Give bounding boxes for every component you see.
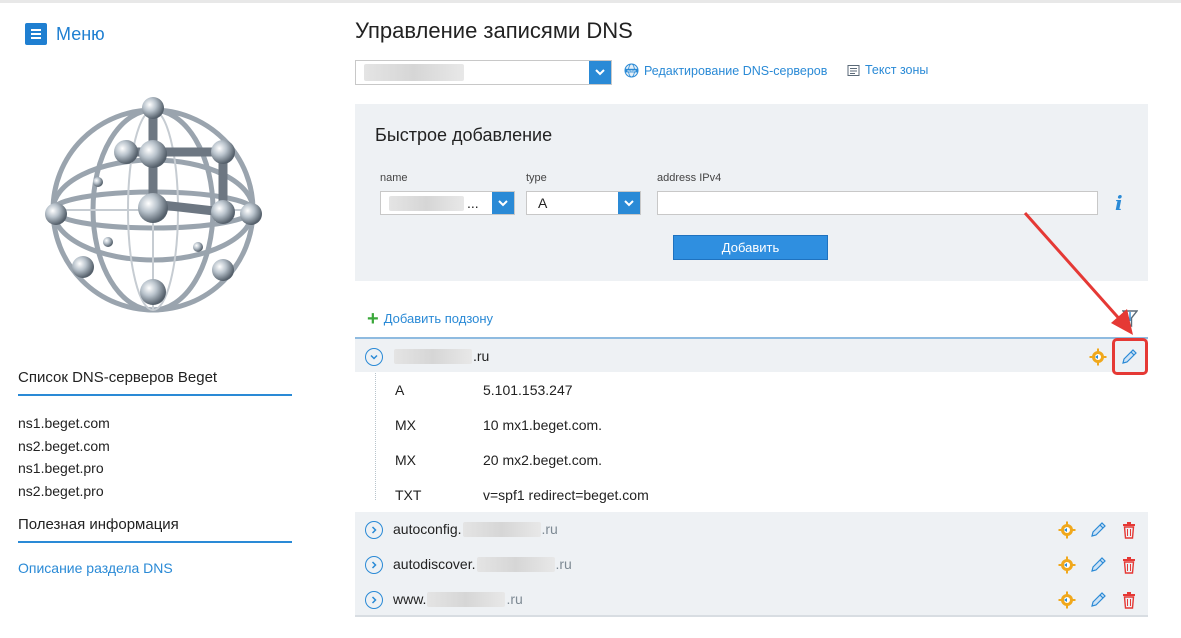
dns-docs-link[interactable]: Описание раздела DNS (18, 560, 173, 576)
zone-tld: .ru (555, 556, 572, 572)
zone-row-main[interactable]: .ru (355, 337, 1148, 372)
add-record-button[interactable]: Добавить (673, 235, 828, 260)
info-icon[interactable]: i (1115, 191, 1123, 215)
chevron-down-icon[interactable] (365, 348, 383, 366)
record-type: A (395, 382, 405, 398)
zone-actions (1089, 339, 1107, 374)
record-value: 20 mx2.beget.com. (483, 452, 603, 468)
highlight-box (1112, 338, 1148, 375)
address-input[interactable] (657, 191, 1098, 215)
zone-text-label: Текст зоны (865, 63, 929, 77)
zone-tld: .ru (473, 348, 490, 364)
zone-prefix: www. (393, 591, 427, 607)
zone-row-autodiscover[interactable]: autodiscover. .ru (355, 547, 1148, 582)
type-select-value: A (538, 195, 548, 211)
document-icon (847, 64, 860, 76)
list-item: ns1.beget.pro (18, 460, 104, 476)
dns-servers-title: Список DNS-серверов Beget (18, 369, 292, 396)
plus-icon: + (367, 307, 379, 330)
redacted-domain (364, 64, 464, 81)
settings-gear-icon[interactable] (1058, 521, 1076, 539)
record-type: TXT (395, 487, 422, 503)
zone-name: .ru (393, 348, 489, 364)
chevron-right-icon[interactable] (365, 521, 383, 539)
redacted-domain (476, 556, 555, 572)
domain-select[interactable] (355, 60, 612, 85)
chevron-down-icon[interactable] (618, 192, 640, 214)
zone-text-link[interactable]: Текст зоны (847, 63, 928, 77)
zone-actions (1058, 582, 1138, 617)
chevron-down-icon[interactable] (492, 192, 514, 214)
redacted-domain (427, 591, 506, 607)
filter-icon[interactable] (1122, 310, 1138, 328)
type-select[interactable]: A (526, 191, 641, 215)
table-row[interactable]: MX 20 mx2.beget.com. (395, 452, 602, 468)
zone-actions (1058, 512, 1138, 547)
chevron-down-icon[interactable] (589, 61, 611, 84)
records-tree-line (375, 373, 376, 500)
zone-tld: .ru (506, 591, 523, 607)
trash-icon[interactable] (1120, 521, 1138, 539)
list-item: ns2.beget.pro (18, 482, 104, 499)
settings-gear-icon[interactable] (1089, 348, 1107, 366)
record-type: MX (395, 417, 416, 433)
redacted-domain (462, 521, 541, 537)
zone-prefix: autodiscover. (393, 556, 476, 572)
hamburger-icon (25, 23, 47, 45)
menu-label: Меню (56, 23, 105, 44)
menu-button[interactable]: Меню (25, 23, 105, 45)
zone-tld: .ru (541, 521, 558, 537)
page-title: Управление записями DNS (355, 18, 633, 43)
edit-dns-servers-label: Редактирование DNS-серверов (644, 63, 828, 78)
table-row[interactable]: MX 10 mx1.beget.com. (395, 417, 602, 433)
table-row[interactable]: A 5.101.153.247 (395, 382, 573, 398)
record-type: MX (395, 452, 416, 468)
dns-servers-list: ns1.beget.com ns2.beget.com ns1.beget.pr… (18, 412, 110, 502)
table-row[interactable]: TXT v=spf1 redirect=beget.com (395, 487, 649, 503)
useful-info-title: Полезная информация (18, 516, 292, 543)
list-item: ns1.beget.com (18, 415, 110, 431)
settings-gear-icon[interactable] (1058, 591, 1076, 609)
chevron-right-icon[interactable] (365, 556, 383, 574)
type-label: type (526, 172, 547, 184)
zone-row-autoconfig[interactable]: autoconfig. .ru (355, 512, 1148, 547)
list-item: ns2.beget.com (18, 437, 110, 454)
quick-add-title: Быстрое добавление (375, 125, 553, 145)
settings-gear-icon[interactable] (1058, 556, 1076, 574)
zone-name: autoconfig. .ru (393, 521, 558, 537)
zone-prefix: autoconfig. (393, 521, 462, 537)
name-label: name (380, 172, 408, 184)
svg-text:www: www (627, 69, 636, 73)
edit-pencil-icon[interactable] (1089, 556, 1107, 574)
record-value: 5.101.153.247 (483, 382, 573, 398)
zone-name: www. .ru (393, 591, 523, 607)
name-select-value: ... (467, 195, 479, 211)
trash-icon[interactable] (1120, 556, 1138, 574)
add-subzone-label: Добавить подзону (383, 311, 494, 326)
edit-dns-servers-link[interactable]: www Редактирование DNS-серверов (624, 63, 827, 78)
zone-name: autodiscover. .ru (393, 556, 572, 572)
dns-globe-logo (45, 97, 262, 313)
trash-icon[interactable] (1120, 591, 1138, 609)
redacted-domain (394, 348, 472, 364)
record-value: 10 mx1.beget.com. (483, 417, 603, 433)
www-globe-icon: www (624, 63, 639, 78)
zone-row-www[interactable]: www. .ru (355, 582, 1148, 617)
record-value: v=spf1 redirect=beget.com (483, 487, 649, 503)
edit-pencil-icon[interactable] (1089, 521, 1107, 539)
chevron-right-icon[interactable] (365, 591, 383, 609)
name-select[interactable]: ... (380, 191, 515, 215)
edit-pencil-icon[interactable] (1089, 591, 1107, 609)
address-label: address IPv4 (657, 172, 722, 184)
top-border (0, 0, 1181, 3)
zone-actions (1058, 547, 1138, 582)
redacted-name (389, 196, 464, 211)
quick-add-panel: Быстрое добавление name ... type A addre… (355, 104, 1148, 281)
add-subzone-link[interactable]: + Добавить подзону (367, 307, 494, 330)
